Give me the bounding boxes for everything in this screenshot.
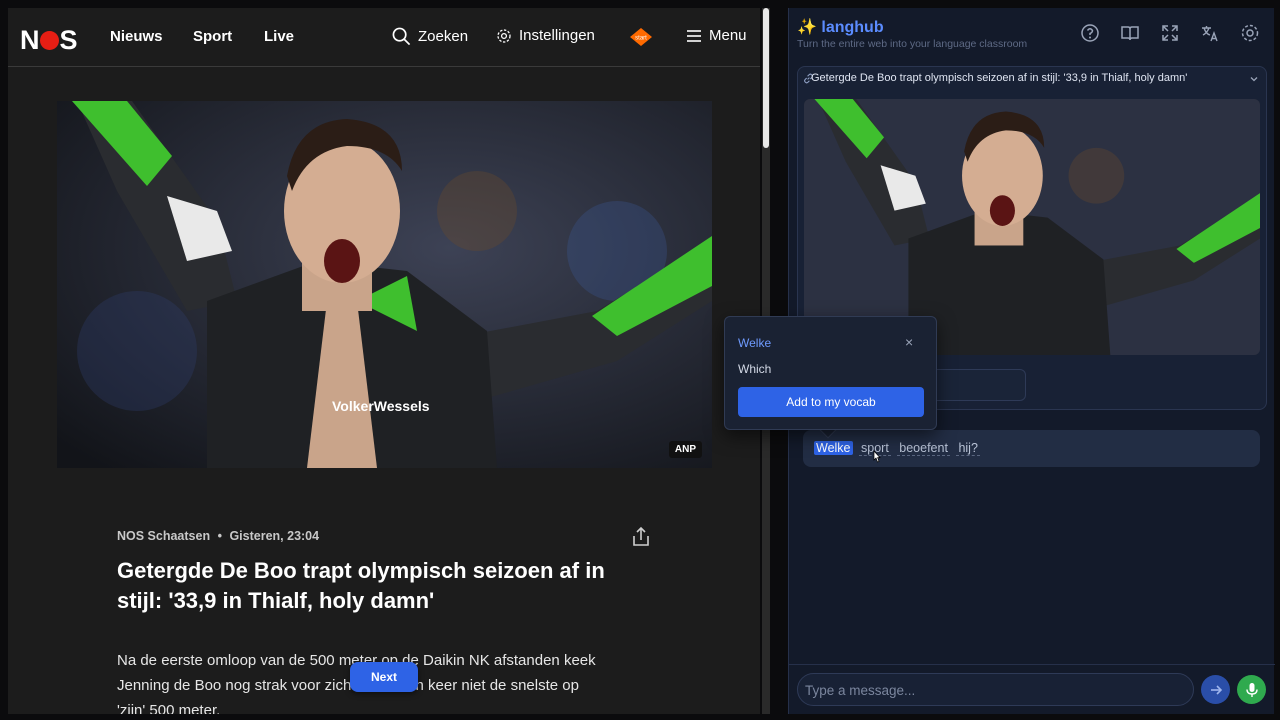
settings-button[interactable]: Instellingen	[496, 27, 595, 44]
npo-start-icon[interactable]: start	[626, 26, 656, 48]
nav-nieuws[interactable]: Nieuws	[110, 28, 163, 45]
search-label: Zoeken	[418, 28, 469, 45]
brand-name: langhub	[821, 19, 884, 36]
article-date: Gisteren, 23:04	[229, 529, 320, 543]
popup-translation: Which	[738, 362, 772, 376]
translate-icon[interactable]	[1200, 23, 1220, 43]
add-to-vocab-button[interactable]: Add to my vocab	[738, 387, 924, 417]
search-icon	[392, 27, 411, 46]
sparkle-icon: ✨	[797, 19, 817, 36]
nav-live[interactable]: Live	[264, 28, 294, 45]
nos-page: NS Nieuws Sport Live Zoeken Instellingen…	[8, 8, 760, 714]
svg-text:VolkerWessels: VolkerWessels	[332, 398, 430, 414]
menu-label: Menu	[709, 27, 747, 44]
nos-header: NS Nieuws Sport Live Zoeken Instellingen…	[8, 8, 760, 67]
meta-separator: •	[217, 529, 222, 543]
article-meta: NOS Schaatsen • Gisteren, 23:04	[117, 529, 319, 543]
translation-popup: Welke × Which Add to my vocab	[724, 316, 937, 430]
photo-credit: ANP	[668, 441, 702, 458]
card-title[interactable]: Getergde De Boo trapt olympisch seizoen …	[811, 72, 1241, 84]
word-token[interactable]: beoefent	[897, 441, 950, 456]
popup-word: Welke	[738, 336, 772, 350]
article-headline: Getergde De Boo trapt olympisch seizoen …	[117, 558, 605, 613]
hero-image: VolkerWessels ANP	[57, 101, 712, 468]
body-line: 'zijn' 500 meter.	[117, 702, 221, 714]
close-icon[interactable]: ×	[905, 334, 913, 350]
message-input[interactable]: Type a message...	[797, 673, 1194, 706]
skater-photo: VolkerWessels	[57, 101, 712, 468]
page-scrollbar-thumb[interactable]	[763, 8, 769, 148]
nav-sport[interactable]: Sport	[193, 28, 232, 45]
article-section: NOS Schaatsen	[117, 529, 211, 543]
card-action-button[interactable]: ge	[929, 369, 1026, 401]
arrow-right-icon	[1210, 684, 1222, 695]
chevron-down-icon[interactable]	[1249, 74, 1259, 84]
mouse-pointer-icon	[873, 450, 881, 463]
help-icon[interactable]	[1080, 23, 1100, 43]
tagline: Turn the entire web into your language c…	[797, 38, 1028, 50]
screen: NS Nieuws Sport Live Zoeken Instellingen…	[0, 0, 1280, 720]
book-icon[interactable]	[1120, 23, 1140, 43]
hamburger-icon	[687, 29, 701, 42]
word-token[interactable]: Welke	[814, 441, 853, 455]
composer-divider	[789, 664, 1275, 665]
word-token[interactable]: hij?	[956, 441, 980, 456]
settings-label: Instellingen	[519, 27, 595, 44]
expand-icon[interactable]	[1160, 23, 1180, 43]
mic-button[interactable]	[1237, 675, 1266, 704]
next-button[interactable]: Next	[350, 662, 418, 692]
nos-logo[interactable]: NS	[20, 25, 78, 56]
menu-button[interactable]: Menu	[686, 27, 747, 44]
send-button[interactable]	[1201, 675, 1230, 704]
search-button[interactable]: Zoeken	[392, 27, 468, 46]
microphone-icon	[1245, 682, 1258, 697]
brand: ✨ langhub	[797, 17, 884, 37]
gear-icon	[497, 28, 511, 43]
share-icon[interactable]	[630, 526, 652, 548]
svg-text:start: start	[635, 36, 647, 42]
gear-icon[interactable]	[1240, 23, 1260, 43]
